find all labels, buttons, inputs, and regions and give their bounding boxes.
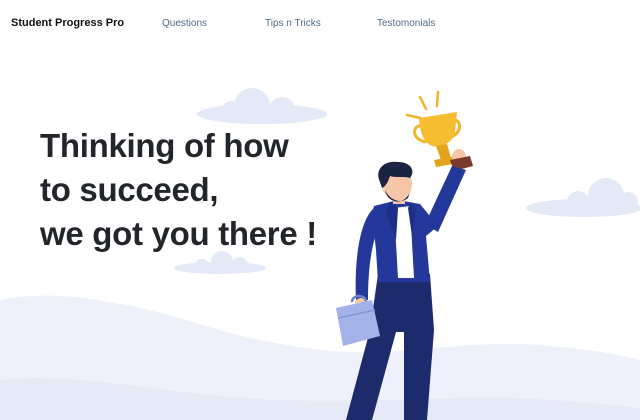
- person-with-trophy-illustration: [336, 90, 473, 420]
- head: [378, 161, 413, 202]
- trophy-shine-icon: [405, 90, 440, 120]
